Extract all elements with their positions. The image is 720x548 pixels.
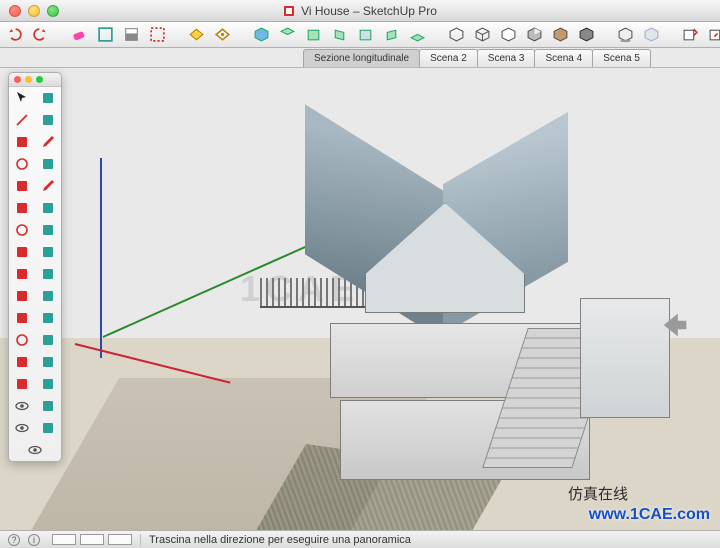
pushpull-icon[interactable]	[35, 197, 61, 219]
axis-blue	[100, 158, 102, 358]
scene-tab[interactable]: Scena 2	[419, 49, 478, 67]
scene-tab[interactable]: Sezione longitudinale	[303, 49, 420, 67]
select-region-icon[interactable]	[149, 26, 166, 43]
lookaround-icon[interactable]	[9, 395, 35, 417]
select-icon[interactable]	[9, 87, 35, 109]
tape-icon[interactable]	[9, 263, 35, 285]
close-window-button[interactable]	[9, 5, 21, 17]
dimensions-icon[interactable]	[35, 263, 61, 285]
pan-icon[interactable]	[35, 329, 61, 351]
fog-icon[interactable]	[643, 26, 660, 43]
window-title: Vi House – SketchUp Pro	[301, 4, 437, 18]
export-3d-icon[interactable]	[682, 26, 699, 43]
followme-icon[interactable]	[35, 219, 61, 241]
shadows-icon[interactable]	[617, 26, 634, 43]
flip-section-icon[interactable]	[214, 26, 231, 43]
walk-icon[interactable]	[9, 417, 35, 439]
view-top-icon[interactable]	[279, 26, 296, 43]
info-icon[interactable]: i	[28, 534, 40, 546]
view-opposite-icon[interactable]	[409, 26, 426, 43]
iso-view-icon[interactable]	[253, 26, 270, 43]
polygon-icon[interactable]	[9, 175, 35, 197]
rectangle-icon[interactable]	[9, 131, 35, 153]
traffic-lights	[9, 5, 59, 17]
monochrome-icon[interactable]	[578, 26, 595, 43]
status-bar: ? i Trascina nella direzione per eseguir…	[0, 530, 720, 548]
show-hidden-icon[interactable]	[9, 439, 61, 461]
orbit-icon[interactable]	[9, 329, 35, 351]
window-titlebar: Vi House – SketchUp Pro	[0, 0, 720, 22]
3dtext-icon[interactable]	[35, 307, 61, 329]
position-camera-icon[interactable]	[9, 373, 35, 395]
scale-icon[interactable]	[9, 241, 35, 263]
help-icon[interactable]: ?	[8, 534, 20, 546]
view-back-icon[interactable]	[357, 26, 374, 43]
main-toolbar	[0, 22, 720, 48]
offset-icon[interactable]	[35, 241, 61, 263]
protractor-icon[interactable]	[9, 285, 35, 307]
select-box-icon[interactable]	[97, 26, 114, 43]
minimize-window-button[interactable]	[28, 5, 40, 17]
arc-icon[interactable]	[35, 153, 61, 175]
status-message: Trascina nella direzione per eseguire un…	[149, 534, 411, 546]
freehand-icon[interactable]	[35, 175, 61, 197]
section-plane-icon[interactable]	[35, 417, 61, 439]
axes-icon[interactable]	[9, 307, 35, 329]
status-indicator-boxes	[52, 534, 132, 545]
hiddenline-icon[interactable]	[500, 26, 517, 43]
tool-palette	[8, 72, 62, 462]
move-icon[interactable]	[9, 197, 35, 219]
view-front-icon[interactable]	[305, 26, 322, 43]
eraser-icon[interactable]	[71, 26, 88, 43]
view-panel-icon[interactable]	[123, 26, 140, 43]
watermark-url: www.1CAE.com	[589, 506, 710, 524]
xray-icon[interactable]	[448, 26, 465, 43]
pencil-icon[interactable]	[35, 131, 61, 153]
scene-tabs: Sezione longitudinale Scena 2 Scena 3 Sc…	[0, 48, 720, 68]
zoom-window-button[interactable]	[47, 5, 59, 17]
watermark-cn: 仿真在线	[568, 483, 628, 504]
view-right-icon[interactable]	[331, 26, 348, 43]
rotate-icon[interactable]	[9, 219, 35, 241]
viewport[interactable]: 1CAE	[0, 68, 720, 530]
view-left-icon[interactable]	[383, 26, 400, 43]
zoom-icon[interactable]	[9, 351, 35, 373]
wireframe-icon[interactable]	[474, 26, 491, 43]
rotate-right-icon[interactable]	[658, 308, 692, 347]
export-2d-icon[interactable]	[708, 26, 720, 43]
model-house[interactable]	[210, 148, 630, 518]
shaded-textures-icon[interactable]	[552, 26, 569, 43]
text-icon[interactable]	[35, 285, 61, 307]
shaded-icon[interactable]	[526, 26, 543, 43]
scene-tab[interactable]: Scena 3	[477, 49, 536, 67]
palette-titlebar[interactable]	[9, 73, 61, 87]
cut-section-icon[interactable]	[188, 26, 205, 43]
zoom-window-icon[interactable]	[35, 351, 61, 373]
scene-tab[interactable]: Scena 5	[592, 49, 651, 67]
line-icon[interactable]	[9, 109, 35, 131]
eraser-icon[interactable]	[35, 109, 61, 131]
prev-view-icon[interactable]	[35, 373, 61, 395]
redo-icon[interactable]	[32, 26, 49, 43]
circle-icon[interactable]	[9, 153, 35, 175]
next-view-icon[interactable]	[35, 395, 61, 417]
scene-tab[interactable]: Scena 4	[534, 49, 593, 67]
sketchup-doc-icon	[283, 5, 295, 17]
make-component-icon[interactable]	[35, 87, 61, 109]
undo-icon[interactable]	[6, 26, 23, 43]
